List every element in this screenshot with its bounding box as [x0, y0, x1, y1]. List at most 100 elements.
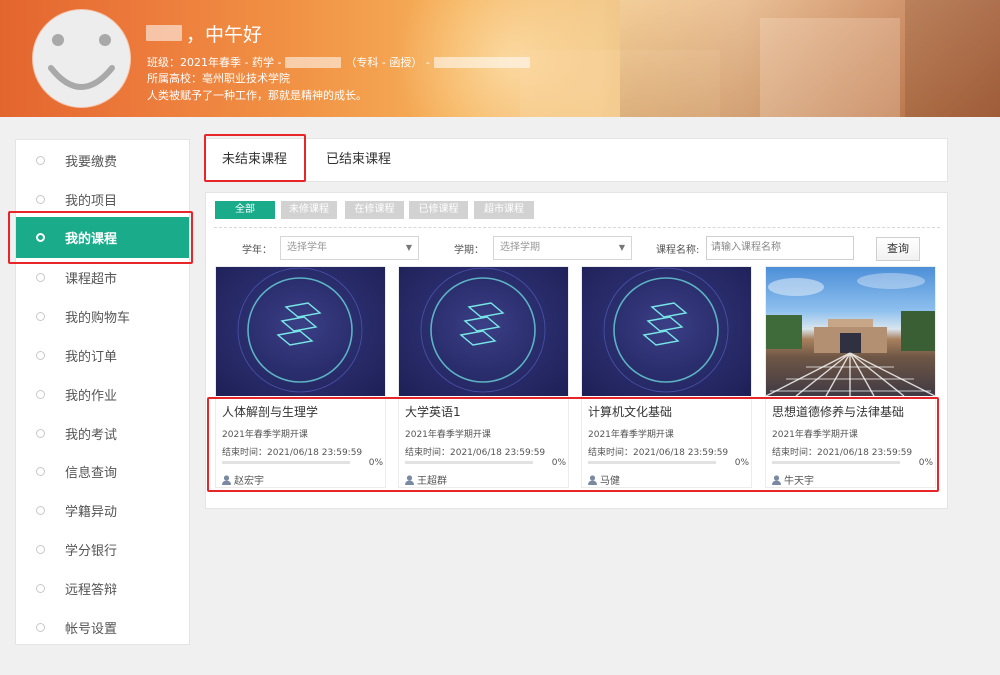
term-select-value: 选择学期 — [500, 242, 540, 253]
course-end-time: 结束时间：2021/06/18 23:59:59 — [772, 448, 913, 458]
radio-dot-icon — [36, 272, 45, 282]
teacher-name: 王超群 — [417, 476, 447, 487]
term-select[interactable]: 选择学期 ▼ — [493, 236, 632, 260]
radio-dot-icon — [36, 350, 45, 360]
greeting-row: ，中午好 — [146, 20, 262, 46]
radio-dot-icon — [36, 428, 45, 438]
progress-bar — [405, 461, 533, 464]
course-term: 2021年春季学期开课 — [405, 430, 491, 440]
teacher-info: 马健 — [588, 472, 620, 487]
radio-dot-icon — [36, 622, 45, 632]
sidebar-item-label: 帐号设置 — [65, 621, 118, 637]
sidebar-nav: 我要缴费 我的项目 我的课程 课程超市 我的购物车 我的订单 我的作业 我的考试… — [15, 139, 190, 645]
sidebar-item-credit-bank[interactable]: 学分银行 — [16, 531, 189, 567]
sidebar-item-label: 课程超市 — [65, 271, 118, 287]
filter-chip-market[interactable]: 超市课程 — [474, 201, 534, 219]
filter-chip-in-progress[interactable]: 在修课程 — [345, 201, 404, 219]
radio-dot-icon — [36, 155, 45, 165]
radio-dot-icon — [36, 466, 45, 476]
teacher-info: 王超群 — [405, 472, 447, 487]
course-title: 计算机文化基础 — [588, 405, 673, 419]
filter-chip-completed[interactable]: 已修课程 — [409, 201, 468, 219]
redacted-class-code — [433, 56, 530, 68]
layers-logo-icon — [420, 267, 546, 393]
radio-dot-icon — [36, 583, 45, 593]
teacher-info: 牛天宇 — [772, 472, 814, 487]
sidebar-item-account-settings[interactable]: 帐号设置 — [16, 609, 189, 645]
radio-dot-icon — [36, 544, 45, 554]
smiley-avatar-icon — [48, 34, 115, 90]
avatar[interactable] — [33, 10, 130, 107]
query-button[interactable]: 查询 — [876, 237, 920, 261]
layers-logo-icon — [603, 267, 729, 393]
filter-chip-all[interactable]: 全部 — [215, 201, 275, 219]
course-end-time: 结束时间：2021/06/18 23:59:59 — [588, 448, 729, 458]
year-label: 学年： — [242, 245, 272, 256]
sidebar-item-label: 我的订单 — [65, 349, 118, 365]
sidebar-item-orders[interactable]: 我的订单 — [16, 337, 189, 373]
sidebar-item-status-change[interactable]: 学籍异动 — [16, 492, 189, 528]
sidebar-item-projects[interactable]: 我的项目 — [16, 181, 189, 217]
class-major-type: （专科 - 函授） - — [345, 56, 430, 69]
progress-bar — [772, 461, 900, 464]
sidebar-item-pay[interactable]: 我要缴费 — [16, 142, 189, 178]
redacted-major — [285, 56, 342, 68]
user-icon — [772, 474, 781, 485]
filter-chip-not-taken[interactable]: 未修课程 — [281, 201, 337, 219]
progress-text: 0% — [368, 458, 383, 468]
sidebar-item-exams[interactable]: 我的考试 — [16, 415, 189, 451]
course-name-input[interactable]: 请输入课程名称 — [706, 236, 854, 260]
teacher-name: 牛天宇 — [784, 476, 814, 487]
sidebar-item-label: 学籍异动 — [65, 504, 118, 520]
user-icon — [405, 474, 414, 485]
course-name-label: 课程名称: — [656, 245, 700, 256]
filter-divider — [214, 227, 940, 228]
course-term: 2021年春季学期开课 — [772, 430, 858, 440]
course-title: 人体解剖与生理学 — [222, 405, 319, 419]
redacted-name — [146, 25, 182, 41]
teacher-name: 赵宏宇 — [234, 476, 264, 487]
sidebar-item-label: 我的购物车 — [65, 310, 131, 326]
tab-finished-courses[interactable]: 已结束课程 — [326, 139, 391, 181]
term-label: 学期： — [454, 245, 484, 256]
user-icon — [588, 474, 597, 485]
sidebar-item-label: 我的课程 — [65, 232, 118, 247]
school-info: 所属高校： 亳州职业技术学院 — [147, 70, 290, 86]
sidebar-item-cart[interactable]: 我的购物车 — [16, 298, 189, 334]
radio-dot-icon — [36, 194, 45, 204]
progress-text: 0% — [918, 458, 933, 468]
banner-decoration — [905, 0, 1000, 117]
banner-decoration — [760, 18, 900, 117]
progress-bar — [222, 461, 350, 464]
sidebar-item-label: 信息查询 — [65, 465, 118, 481]
course-card[interactable]: 人体解剖与生理学 2021年春季学期开课 结束时间：2021/06/18 23:… — [215, 266, 386, 488]
class-info: 班级： 2021年春季 - 药学 - （专科 - 函授） - — [147, 54, 530, 70]
course-thumbnail — [216, 267, 385, 396]
sidebar-item-remote-defense[interactable]: 远程答辩 — [16, 570, 189, 606]
school-value: 亳州职业技术学院 — [202, 72, 290, 85]
course-card[interactable]: 计算机文化基础 2021年春季学期开课 结束时间：2021/06/18 23:5… — [581, 266, 752, 488]
caret-down-icon: ▼ — [405, 243, 412, 252]
sidebar-item-homework[interactable]: 我的作业 — [16, 376, 189, 412]
sidebar-item-label: 我的作业 — [65, 388, 118, 404]
campus-gate-image — [766, 273, 935, 396]
course-term: 2021年春季学期开课 — [222, 430, 308, 440]
caret-down-icon: ▼ — [618, 243, 625, 252]
course-card[interactable]: 思想道德修养与法律基础 2021年春季学期开课 结束时间：2021/06/18 … — [765, 266, 936, 488]
course-thumbnail — [582, 267, 751, 396]
progress-text: 0% — [551, 458, 566, 468]
course-tabs: 未结束课程 已结束课程 — [205, 138, 948, 182]
course-term: 2021年春季学期开课 — [588, 430, 674, 440]
sidebar-item-label: 我的项目 — [65, 193, 118, 209]
sidebar-item-my-courses[interactable]: 我的课程 — [16, 217, 189, 258]
greeting-text: ，中午好 — [186, 23, 263, 46]
class-label: 班级： — [147, 56, 180, 69]
sidebar-item-info-query[interactable]: 信息查询 — [16, 453, 189, 489]
course-card[interactable]: 大学英语1 2021年春季学期开课 结束时间：2021/06/18 23:59:… — [398, 266, 569, 488]
radio-dot-icon — [36, 505, 45, 515]
tab-unfinished-courses[interactable]: 未结束课程 — [222, 139, 287, 181]
sidebar-item-course-market[interactable]: 课程超市 — [16, 259, 189, 295]
year-select-value: 选择学年 — [287, 242, 327, 253]
school-label: 所属高校： — [147, 72, 202, 85]
year-select[interactable]: 选择学年 ▼ — [280, 236, 419, 260]
